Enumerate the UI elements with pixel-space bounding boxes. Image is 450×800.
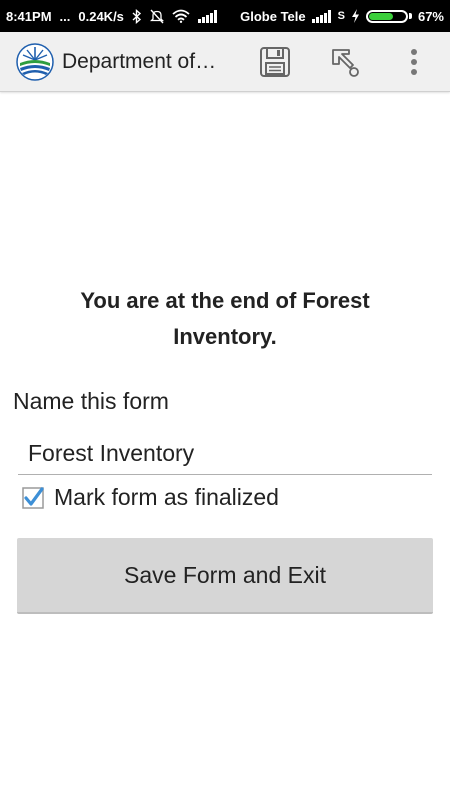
save-form-and-exit-button[interactable]: Save Form and Exit [17, 538, 433, 614]
finalize-row[interactable]: Mark form as finalized [20, 484, 279, 511]
mute-icon [149, 9, 164, 24]
signal-icon-2 [311, 9, 332, 23]
overflow-menu-icon[interactable] [394, 42, 434, 82]
finalize-label[interactable]: Mark form as finalized [54, 484, 279, 511]
status-time: 8:41PM [6, 8, 52, 24]
denr-logo [16, 42, 54, 81]
status-bar: 8:41PM ... 0.24K/s Globe Tele S 67% [0, 0, 450, 32]
carrier-name: Globe Tele [240, 8, 306, 24]
goto-icon[interactable] [325, 42, 365, 82]
app-title: Department of… [62, 49, 217, 73]
name-form-label: Name this form [13, 388, 169, 414]
battery-body [365, 9, 408, 23]
app-bar: Department of… [0, 32, 450, 92]
charging-icon [351, 9, 360, 23]
wifi-icon [172, 9, 190, 23]
sim2-label: S [337, 10, 345, 22]
screen: 8:41PM ... 0.24K/s Globe Tele S 67% Depa… [0, 0, 450, 800]
signal-icon [197, 9, 218, 23]
finalize-checkbox[interactable] [20, 485, 46, 511]
network-speed: 0.24K/s [78, 8, 124, 24]
end-of-form-message: You are at the end of Forest Inventory. [80, 288, 370, 349]
status-dots: ... [59, 8, 71, 24]
form-name-input[interactable] [18, 433, 432, 475]
bluetooth-icon [132, 8, 142, 24]
battery-icon [365, 9, 412, 23]
status-right: Globe Tele S 67% [240, 9, 444, 24]
save-icon[interactable] [255, 42, 295, 82]
status-left: 8:41PM ... 0.24K/s [6, 8, 218, 24]
battery-fill [368, 12, 394, 20]
battery-tip [408, 13, 412, 19]
battery-percent: 67% [417, 8, 444, 24]
